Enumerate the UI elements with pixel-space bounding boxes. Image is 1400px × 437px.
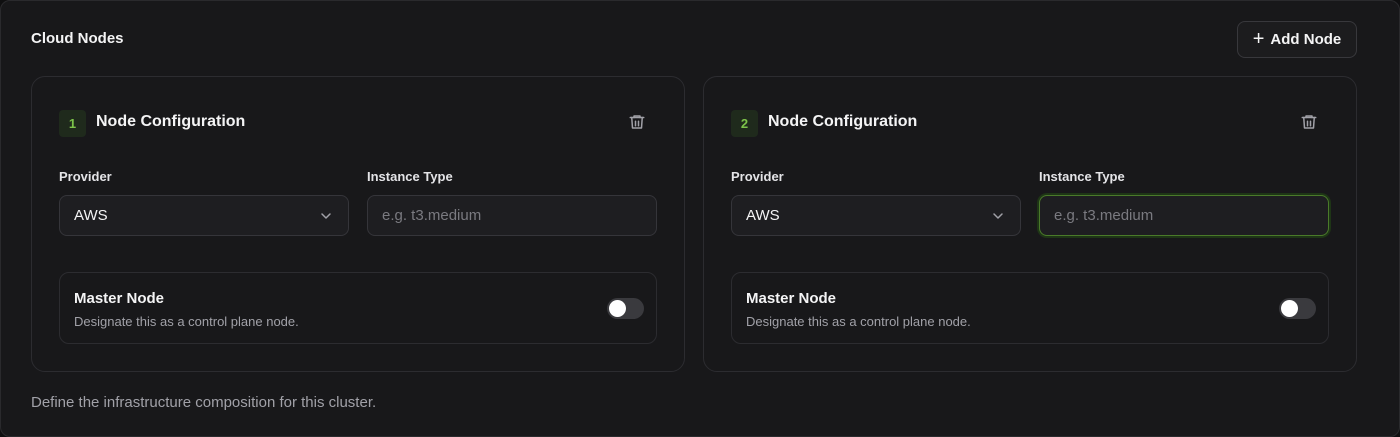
toggle-knob bbox=[609, 300, 626, 317]
master-node-description: Designate this as a control plane node. bbox=[74, 314, 299, 329]
node-card-title: Node Configuration bbox=[768, 113, 918, 130]
plus-icon: + bbox=[1252, 27, 1265, 50]
instance-type-label: Instance Type bbox=[1039, 169, 1125, 184]
add-node-label: Add Node bbox=[1270, 31, 1342, 48]
master-node-option: Master Node Designate this as a control … bbox=[59, 272, 657, 344]
instance-type-input[interactable] bbox=[367, 195, 657, 236]
toggle-knob bbox=[1281, 300, 1298, 317]
trash-icon[interactable] bbox=[1300, 113, 1318, 131]
master-node-title: Master Node bbox=[74, 290, 165, 307]
node-card: 2 Node Configuration Provider Instance T… bbox=[703, 76, 1357, 372]
chevron-down-icon bbox=[321, 213, 331, 219]
node-card: 1 Node Configuration Provider Instance T… bbox=[31, 76, 685, 372]
section-description: Define the infrastructure composition fo… bbox=[31, 394, 377, 411]
master-node-description: Designate this as a control plane node. bbox=[746, 314, 971, 329]
node-index-badge: 2 bbox=[731, 110, 758, 137]
trash-icon[interactable] bbox=[628, 113, 646, 131]
add-node-button[interactable]: + Add Node bbox=[1237, 21, 1357, 58]
provider-select[interactable]: AWS bbox=[731, 195, 1021, 236]
provider-label: Provider bbox=[59, 169, 112, 184]
provider-select-value: AWS bbox=[74, 207, 108, 224]
master-node-toggle[interactable] bbox=[1279, 298, 1316, 319]
instance-type-label: Instance Type bbox=[367, 169, 453, 184]
master-node-option: Master Node Designate this as a control … bbox=[731, 272, 1329, 344]
instance-type-input[interactable] bbox=[1039, 195, 1329, 236]
cloud-nodes-panel: Cloud Nodes + Add Node 1 Node Configurat… bbox=[0, 0, 1400, 437]
provider-select[interactable]: AWS bbox=[59, 195, 349, 236]
provider-select-value: AWS bbox=[746, 207, 780, 224]
provider-label: Provider bbox=[731, 169, 784, 184]
master-node-title: Master Node bbox=[746, 290, 837, 307]
master-node-toggle[interactable] bbox=[607, 298, 644, 319]
chevron-down-icon bbox=[993, 213, 1003, 219]
node-index-badge: 1 bbox=[59, 110, 86, 137]
node-card-title: Node Configuration bbox=[96, 113, 246, 130]
section-title: Cloud Nodes bbox=[31, 30, 124, 47]
